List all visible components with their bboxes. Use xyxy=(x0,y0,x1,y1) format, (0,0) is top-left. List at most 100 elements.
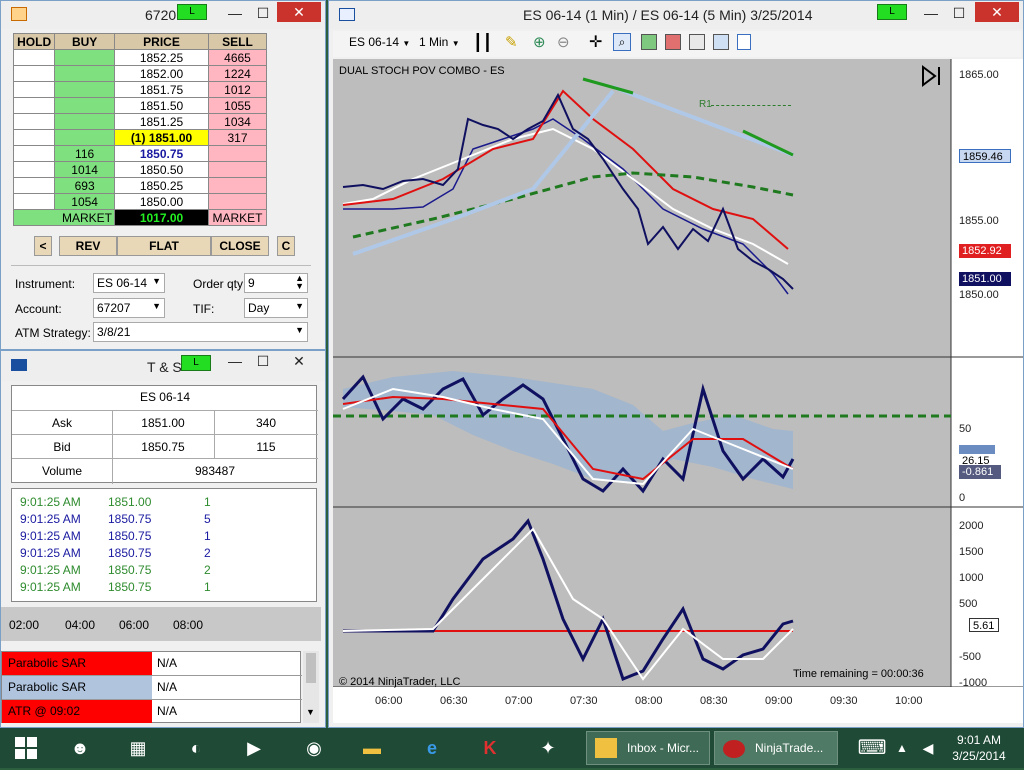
buy-cell[interactable] xyxy=(54,81,116,98)
price-cell: 1851.50 xyxy=(114,97,210,114)
bar-type-icon[interactable]: ┃┃ xyxy=(473,33,492,53)
superdom-titlebar[interactable]: 6720 L — ☐ ✕ xyxy=(1,1,325,29)
table-row: 1851.25 1034 xyxy=(12,113,268,130)
trade-time: 9:01:25 AM xyxy=(20,512,81,526)
taskbar-outlook[interactable]: Inbox - Micr... xyxy=(586,731,710,765)
bid-size: 115 xyxy=(256,440,276,454)
data-box-icon[interactable] xyxy=(713,34,729,50)
trade-size: 1 xyxy=(204,529,211,543)
kaspersky-icon[interactable]: K xyxy=(470,732,510,764)
sell-cell[interactable]: 1012 xyxy=(208,81,268,98)
buy-cell[interactable] xyxy=(54,97,116,114)
control-panel-icon[interactable]: ▦ xyxy=(118,732,158,764)
sell-cell[interactable]: 1055 xyxy=(208,97,268,114)
zoom-out-icon[interactable]: ⊖ xyxy=(557,33,570,51)
buy-cell[interactable] xyxy=(54,49,116,66)
minimize-icon[interactable]: — xyxy=(919,5,943,21)
search-icon[interactable]: ⌕ xyxy=(613,33,631,51)
keyboard-icon[interactable]: ⌨ xyxy=(852,732,892,764)
buy-cell[interactable]: 693 xyxy=(54,177,116,194)
compass-app-icon[interactable]: ✦ xyxy=(528,732,568,764)
time-axis-label: 09:30 xyxy=(830,695,858,707)
link-button[interactable]: L xyxy=(877,4,907,20)
account-label: Account: xyxy=(15,302,62,316)
market-buy-button[interactable]: MARKET xyxy=(12,209,116,226)
buy-cell[interactable]: 1014 xyxy=(54,161,116,178)
tif-select[interactable]: Day ▼ xyxy=(244,298,308,318)
paint-icon[interactable]: ◐ xyxy=(176,732,216,764)
scrollbar[interactable]: ▼ xyxy=(303,651,319,723)
minimize-icon[interactable]: — xyxy=(223,5,247,21)
account-select[interactable]: 67207 ▼ xyxy=(93,298,165,318)
buy-cell[interactable] xyxy=(54,65,116,82)
sell-cell[interactable] xyxy=(208,145,268,162)
close-icon[interactable]: ✕ xyxy=(277,2,321,22)
zoom-in-icon[interactable]: ⊕ xyxy=(533,33,546,51)
buy-cell[interactable] xyxy=(54,129,116,146)
start-icon[interactable] xyxy=(6,732,46,764)
osc-line xyxy=(343,518,794,681)
instrument-select[interactable]: ES 06-14 ▼ xyxy=(349,35,410,49)
close-icon[interactable]: ✕ xyxy=(287,353,311,370)
price-tag: 1851.00 xyxy=(959,272,1011,286)
sell-cell[interactable] xyxy=(208,193,268,210)
media-icon[interactable]: ▶ xyxy=(234,732,274,764)
trades-list[interactable]: 9:01:25 AM 1851.00 1 9:01:25 AM 1850.75 5 9:01… xyxy=(11,488,317,602)
sell-cell[interactable]: 1034 xyxy=(208,113,268,130)
taskbar-ninjatrader[interactable]: NinjaTrade... xyxy=(714,731,838,765)
minimize-icon[interactable]: — xyxy=(223,353,247,369)
close-position-button[interactable]: CLOSE xyxy=(211,236,269,256)
list-item[interactable]: ATR @ 09:02 N/A xyxy=(2,700,302,724)
sell-cell[interactable]: 317 xyxy=(208,129,268,146)
strategy-icon[interactable] xyxy=(641,34,657,50)
properties-icon[interactable] xyxy=(737,34,751,50)
c-button[interactable]: C xyxy=(277,236,295,256)
drawing-tool-icon[interactable]: ✎ xyxy=(505,33,518,51)
chart-properties-icon[interactable] xyxy=(689,34,705,50)
instrument-select[interactable]: ES 06-14 ▼ xyxy=(93,273,165,293)
reader-app-icon[interactable]: ☻ xyxy=(60,732,100,764)
trade-size: 2 xyxy=(204,563,211,577)
volume-value: 983487 xyxy=(194,464,236,478)
market-sell-button[interactable]: MARKET xyxy=(208,209,268,226)
sell-cell[interactable]: 1224 xyxy=(208,65,268,82)
time-remaining: Time remaining = 00:00:36 xyxy=(793,668,924,680)
buy-cell[interactable] xyxy=(54,113,116,130)
order-qty-label: Order qty: xyxy=(193,277,247,291)
chart-titlebar[interactable]: ES 06-14 (1 Min) / ES 06-14 (5 Min) 3/25… xyxy=(329,1,1023,29)
table-row: 1852.25 4665 xyxy=(12,49,268,66)
indicators-icon[interactable] xyxy=(665,34,681,50)
volume-icon[interactable]: ◀ xyxy=(918,732,938,764)
file-explorer-icon[interactable]: ▬ xyxy=(352,732,392,764)
internet-explorer-icon[interactable]: e xyxy=(412,732,452,764)
maximize-icon[interactable]: ☐ xyxy=(251,353,275,370)
maximize-icon[interactable]: ☐ xyxy=(251,5,275,22)
sell-cell[interactable] xyxy=(208,177,268,194)
list-item[interactable]: Parabolic SAR N/A xyxy=(2,652,302,676)
sell-cell[interactable] xyxy=(208,161,268,178)
chevron-down-icon: ▼ xyxy=(152,301,161,311)
order-qty-stepper[interactable]: 9 ▲ ▼ xyxy=(244,273,308,293)
market-price: 1017.00 xyxy=(114,209,210,226)
price-chart[interactable] xyxy=(333,59,1023,723)
link-button[interactable]: L xyxy=(177,4,207,20)
flat-button[interactable]: FLAT xyxy=(117,236,211,256)
rev-button[interactable]: REV xyxy=(59,236,117,256)
interval-select[interactable]: 1 Min ▼ xyxy=(419,35,460,49)
atm-strategy-select[interactable]: 3/8/21 ▼ xyxy=(93,322,308,342)
close-icon[interactable]: ✕ xyxy=(975,2,1019,22)
buy-cell[interactable]: 116 xyxy=(54,145,116,162)
clock[interactable]: 9:01 AM 3/25/2014 xyxy=(940,732,1018,764)
media-player-icon[interactable]: ◉ xyxy=(294,732,334,764)
ts-titlebar[interactable]: T & S L — ☐ ✕ xyxy=(1,351,325,381)
price-tag: 1859.46 xyxy=(959,149,1011,163)
crosshair-icon[interactable]: ✛ xyxy=(589,32,602,52)
link-button[interactable]: L xyxy=(181,355,211,371)
list-item[interactable]: Parabolic SAR N/A xyxy=(2,676,302,700)
left-arrow-button[interactable]: < xyxy=(34,236,52,256)
maximize-icon[interactable]: ☐ xyxy=(947,5,971,22)
show-hidden-icons[interactable]: ▲ xyxy=(892,732,912,764)
sell-cell[interactable]: 4665 xyxy=(208,49,268,66)
dom-ladder: HOLD BUY PRICE SELL 1852.25 4665 1852.00 1… xyxy=(12,33,268,226)
buy-cell[interactable]: 1054 xyxy=(54,193,116,210)
